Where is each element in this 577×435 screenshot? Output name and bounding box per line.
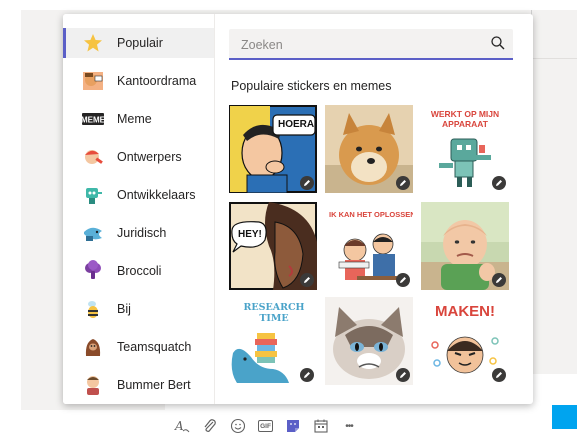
gif-label: GIF xyxy=(260,422,271,430)
sticker-picker: Populair Kantoordrama MEME Meme Ontwerpe… xyxy=(63,14,533,404)
ontwerpers-sticker-icon xyxy=(82,146,104,168)
sidebar-item-label: Broccoli xyxy=(117,264,162,278)
sidebar-item-label: Ontwikkelaars xyxy=(117,188,196,202)
search-icon[interactable] xyxy=(490,35,506,51)
bummer-bert-icon xyxy=(82,374,104,396)
sidebar-item-teamsquatch[interactable]: Teamsquatch xyxy=(63,332,214,362)
sticker-caption: RESEARCH TIME xyxy=(243,302,305,324)
sidebar-item-ontwerpers[interactable]: Ontwerpers xyxy=(63,142,214,172)
gif-icon[interactable]: GIF xyxy=(258,420,273,432)
edit-icon[interactable] xyxy=(300,368,314,382)
section-title: Populaire stickers en memes xyxy=(231,79,392,93)
hey-sticker[interactable]: HEY! xyxy=(229,202,317,290)
sticker-caption: HEY! xyxy=(238,229,262,240)
sidebar-item-label: Bummer Bert xyxy=(117,378,191,392)
werkt-op-mijn-apparaat-sticker[interactable]: WERKT OP MIJN APPARAAT xyxy=(421,105,509,193)
search-input[interactable]: Zoeken xyxy=(229,29,513,60)
teamsquatch-icon xyxy=(82,336,104,358)
bee-icon xyxy=(82,298,104,320)
sidebar-item-label: Meme xyxy=(117,112,152,126)
edit-icon[interactable] xyxy=(300,273,314,287)
sidebar-item-ontwikkelaars[interactable]: Ontwikkelaars xyxy=(63,180,214,210)
sidebar-item-label: Populair xyxy=(117,36,163,50)
sidebar-item-label: Bij xyxy=(117,302,131,316)
sticker-caption: IK KAN HET OPLOSSEN xyxy=(329,210,413,219)
sidebar-item-label: Juridisch xyxy=(117,226,167,240)
meme-icon: MEME xyxy=(82,108,104,130)
sticker-caption: MAKEN! xyxy=(435,303,495,320)
sidebar-item-bij[interactable]: Bij xyxy=(63,294,214,324)
svg-text:A: A xyxy=(174,419,184,433)
attach-icon[interactable] xyxy=(202,418,218,434)
edit-icon[interactable] xyxy=(492,273,506,287)
maken-sticker[interactable]: MAKEN! xyxy=(421,297,509,385)
edit-icon[interactable] xyxy=(300,176,314,190)
sidebar-item-meme[interactable]: MEME Meme xyxy=(63,104,214,134)
sticker-content: Zoeken Populaire stickers en memes HOERA… xyxy=(215,14,533,404)
divider xyxy=(532,58,577,59)
juridisch-sticker-icon xyxy=(82,222,104,244)
success-kid-sticker[interactable] xyxy=(421,202,509,290)
ik-kan-het-oplossen-sticker[interactable]: IK KAN HET OPLOSSEN xyxy=(325,202,413,290)
star-icon xyxy=(82,32,104,54)
sidebar-item-label: Kantoordrama xyxy=(117,74,197,88)
sticker-caption: WERKT OP MIJN APPARAAT xyxy=(430,109,500,129)
meeting-icon[interactable] xyxy=(313,418,329,434)
hoera-sticker[interactable]: HOERA! xyxy=(229,105,317,193)
edit-icon[interactable] xyxy=(492,368,506,382)
edit-icon[interactable] xyxy=(396,368,410,382)
sidebar-item-juridisch[interactable]: Juridisch xyxy=(63,218,214,248)
sidebar-item-kantoordrama[interactable]: Kantoordrama xyxy=(63,66,214,96)
sticker-icon[interactable] xyxy=(285,418,301,434)
research-time-sticker[interactable]: RESEARCH TIME xyxy=(229,297,317,385)
send-button[interactable] xyxy=(552,405,577,429)
sidebar-item-bummer-bert[interactable]: Bummer Bert xyxy=(63,370,214,400)
ontwikkelaars-sticker-icon xyxy=(82,184,104,206)
broccoli-sticker-icon xyxy=(82,260,104,282)
sticker-caption: HOERA! xyxy=(278,119,317,130)
sidebar-item-broccoli[interactable]: Broccoli xyxy=(63,256,214,286)
compose-toolbar: A GIF ••• xyxy=(174,416,369,435)
emoji-icon[interactable] xyxy=(230,418,246,434)
sidebar-item-label: Teamsquatch xyxy=(117,340,192,354)
search-placeholder: Zoeken xyxy=(241,38,283,52)
kantoordrama-sticker-icon xyxy=(82,70,104,92)
doge-sticker[interactable] xyxy=(325,105,413,193)
grumpy-cat-sticker[interactable] xyxy=(325,297,413,385)
format-icon[interactable]: A xyxy=(174,418,190,434)
svg-text:MEME: MEME xyxy=(82,116,104,125)
edit-icon[interactable] xyxy=(492,176,506,190)
sidebar-item-label: Ontwerpers xyxy=(117,150,182,164)
edit-icon[interactable] xyxy=(396,273,410,287)
edit-icon[interactable] xyxy=(396,176,410,190)
more-options-icon[interactable]: ••• xyxy=(341,418,357,434)
sticker-category-sidebar: Populair Kantoordrama MEME Meme Ontwerpe… xyxy=(63,14,215,404)
sidebar-item-populair[interactable]: Populair xyxy=(63,28,214,58)
